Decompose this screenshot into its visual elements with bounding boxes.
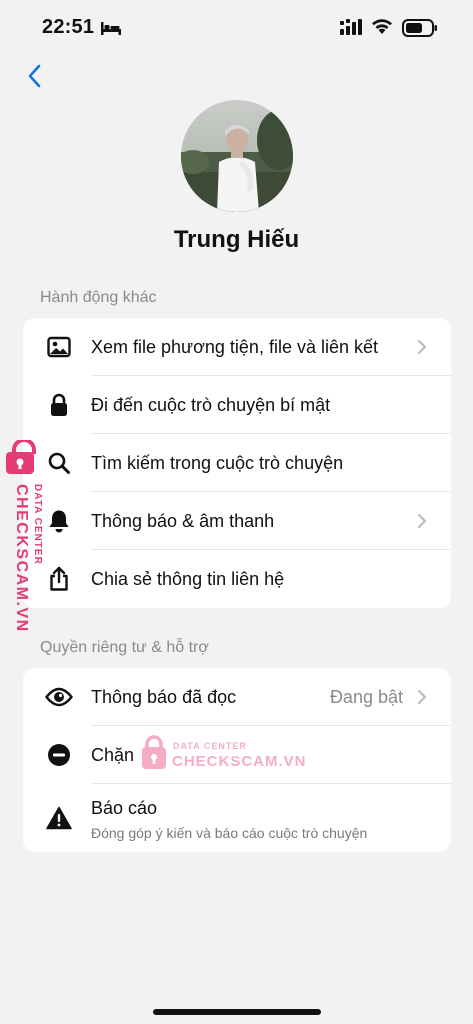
row-label: Thông báo đã đọc — [91, 686, 237, 707]
section-title-other-actions: Hành động khác — [40, 289, 157, 306]
chevron-right-icon — [418, 690, 426, 704]
row-label: Chia sẻ thông tin liên hệ — [91, 568, 285, 589]
home-indicator[interactable] — [153, 1009, 321, 1015]
profile-name: Trung Hiếu — [173, 226, 300, 253]
row-label: Xem file phương tiện, file và liên kết — [91, 336, 378, 357]
row-subtitle: Đóng góp ý kiến và báo cáo cuộc trò chuy… — [91, 825, 368, 841]
watermark-vertical-main: CHECKSCAM.VN — [13, 484, 30, 633]
section-title-privacy-support: Quyền riêng tư & hỗ trợ — [40, 639, 209, 656]
other-actions-card: Xem file phương tiện, file và liên kết Đ… — [23, 318, 451, 608]
share-contact-row[interactable]: Chia sẻ thông tin liên hệ — [23, 550, 451, 608]
row-label: Đi đến cuộc trò chuyện bí mật — [91, 394, 331, 415]
avatar-photo — [181, 100, 293, 212]
back-button[interactable] — [18, 60, 50, 92]
search-in-conversation-row[interactable]: Tìm kiếm trong cuộc trò chuyện — [23, 434, 451, 492]
row-label: Báo cáo — [91, 798, 158, 818]
read-receipts-row[interactable]: Thông báo đã đọc Đang bật — [23, 668, 451, 726]
battery-icon — [402, 19, 437, 37]
watermark-vertical: CHECKSCAM.VN DATA CENTER — [4, 440, 50, 640]
chevron-left-icon — [28, 64, 41, 88]
image-icon — [45, 333, 73, 361]
media-files-links-row[interactable]: Xem file phương tiện, file và liên kết — [23, 318, 451, 376]
report-row[interactable]: Báo cáo Đóng góp ý kiến và báo cáo cuộc … — [23, 784, 451, 852]
wifi-icon — [372, 19, 392, 34]
notifications-sounds-row[interactable]: Thông báo & âm thanh — [23, 492, 451, 550]
status-time: 22:51 — [42, 16, 95, 38]
read-receipts-status: Đang bật — [329, 686, 403, 707]
lock-icon — [45, 391, 73, 419]
warning-icon — [45, 804, 73, 832]
status-bar: 22:51 — [0, 0, 473, 56]
avatar[interactable] — [181, 100, 293, 212]
eye-icon — [45, 683, 73, 711]
watermark-lock-icon — [6, 440, 36, 474]
sleep-bed-icon — [101, 22, 121, 35]
secret-conversation-row[interactable]: Đi đến cuộc trò chuyện bí mật — [23, 376, 451, 434]
watermark-vertical-sub: DATA CENTER — [32, 484, 43, 565]
row-label: Thông báo & âm thanh — [91, 510, 275, 531]
chevron-right-icon — [418, 514, 426, 528]
row-label: Chặn — [91, 744, 135, 765]
watermark-lock-icon — [142, 735, 166, 769]
chevron-right-icon — [418, 340, 426, 354]
watermark-center: DATA CENTER CHECKSCAM.VN — [140, 735, 310, 775]
cellular-signal-icon — [340, 19, 362, 35]
watermark-center-sub: DATA CENTER — [173, 741, 247, 751]
block-icon — [45, 741, 73, 769]
row-label: Tìm kiếm trong cuộc trò chuyện — [91, 452, 344, 473]
watermark-center-main: CHECKSCAM.VN — [172, 753, 307, 770]
